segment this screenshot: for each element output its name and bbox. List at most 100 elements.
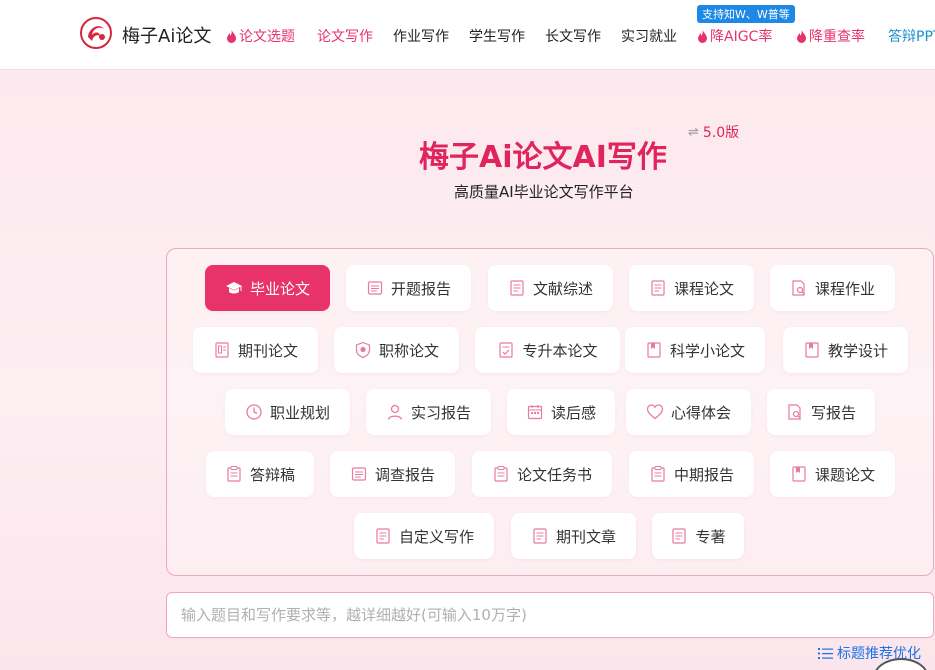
category-label: 专升本论文 [522, 341, 598, 360]
category-upgrade-thesis[interactable]: 专升本论文 [475, 327, 620, 373]
nav-label: 降AIGC率 [710, 29, 773, 45]
category-literature-review[interactable]: 文献综述 [488, 265, 613, 311]
category-title-paper[interactable]: 职称论文 [334, 327, 459, 373]
top-header: 梅子Ai论文 论文选题 论文写作 作业写作 学生写作 长文写作 实习就业 降AI… [0, 0, 935, 70]
category-label: 实习报告 [410, 403, 471, 422]
category-thesis-assignment[interactable]: 论文任务书 [472, 451, 612, 497]
category-label: 写报告 [810, 403, 856, 422]
category-course-homework[interactable]: 课程作业 [770, 265, 895, 311]
category-label: 答辩稿 [249, 465, 295, 484]
category-label: 心得体会 [670, 403, 731, 422]
clipboard-icon [494, 466, 508, 482]
category-journal-article[interactable]: 期刊文章 [511, 513, 636, 559]
clipboard-icon [227, 466, 241, 482]
category-internship-report[interactable]: 实习报告 [366, 389, 491, 435]
graduation-cap-icon [225, 282, 242, 294]
category-journal-paper[interactable]: 期刊论文 [193, 327, 318, 373]
hero-subtitle: 高质量AI毕业论文写作平台 [454, 183, 634, 201]
category-label: 调查报告 [374, 465, 435, 484]
nav-item-homework-writing[interactable]: 作业写作 [393, 26, 449, 46]
document-icon [533, 528, 547, 544]
document-check-icon [499, 342, 514, 358]
shield-icon [355, 341, 371, 359]
category-book-review[interactable]: 读后感 [507, 389, 615, 435]
clock-icon [246, 404, 262, 420]
nav-item-reduce-duplicate[interactable]: 降重查率 [796, 26, 865, 46]
document-icon [351, 467, 367, 481]
category-write-report[interactable]: 写报告 [767, 389, 875, 435]
nav-label: 论文选题 [239, 29, 295, 45]
journal-icon [215, 342, 229, 358]
document-icon [376, 528, 390, 544]
category-project-paper[interactable]: 课题论文 [770, 451, 895, 497]
nav-item-internship[interactable]: 实习就业 [621, 26, 677, 46]
category-graduation-thesis[interactable]: 毕业论文 [205, 265, 330, 311]
category-label: 科学小论文 [669, 341, 745, 360]
category-custom-writing[interactable]: 自定义写作 [354, 513, 494, 559]
calendar-icon [527, 405, 543, 420]
category-label: 课题论文 [814, 465, 875, 484]
version-switch[interactable]: ⇌ 5.0版 [688, 122, 739, 142]
document-icon [510, 280, 524, 296]
category-label: 职业规划 [269, 403, 330, 422]
document-search-icon [792, 280, 805, 296]
flame-icon [698, 29, 707, 43]
category-label: 期刊文章 [555, 527, 616, 546]
nav-item-reduce-aigc[interactable]: 降AIGC率 [697, 26, 772, 46]
category-monograph[interactable]: 专著 [652, 513, 744, 559]
document-icon [672, 528, 687, 544]
nav-label: 降重查率 [809, 29, 865, 45]
document-icon [367, 281, 383, 295]
flame-icon [797, 29, 806, 43]
category-label: 毕业论文 [249, 279, 310, 298]
nav-label: 作业写作 [393, 29, 449, 45]
category-label: 期刊论文 [237, 341, 298, 360]
nav-item-thesis-writing[interactable]: 论文写作 [317, 26, 373, 46]
category-midterm-report[interactable]: 中期报告 [629, 451, 754, 497]
category-course-paper[interactable]: 课程论文 [629, 265, 754, 311]
category-label: 中期报告 [673, 465, 734, 484]
nav-label: 长文写作 [545, 29, 601, 45]
person-icon [387, 404, 403, 420]
heart-icon [646, 404, 664, 420]
category-label: 文献综述 [532, 279, 593, 298]
nav-item-student-writing[interactable]: 学生写作 [469, 26, 525, 46]
category-reflections[interactable]: 心得体会 [626, 389, 751, 435]
book-icon [792, 466, 806, 482]
category-label: 读后感 [550, 403, 596, 422]
category-label: 职称论文 [378, 341, 439, 360]
category-label: 教学设计 [827, 341, 888, 360]
topic-input[interactable] [166, 592, 934, 638]
category-label: 自定义写作 [398, 527, 474, 546]
nav-item-topic-selection[interactable]: 论文选题 [226, 26, 295, 46]
document-search-icon [788, 404, 801, 420]
brand-logo-icon[interactable] [80, 17, 112, 49]
nav-label: 实习就业 [621, 29, 677, 45]
book-icon [647, 342, 661, 358]
category-career-planning[interactable]: 职业规划 [225, 389, 350, 435]
hero-title: 梅子Ai论文AI写作 [419, 140, 667, 175]
category-proposal-report[interactable]: 开题报告 [346, 265, 471, 311]
category-survey-report[interactable]: 调查报告 [330, 451, 455, 497]
nav-item-long-writing[interactable]: 长文写作 [545, 26, 601, 46]
category-label: 专著 [695, 527, 726, 546]
category-label: 开题报告 [390, 279, 451, 298]
support-badge: 支持知W、W普等 [697, 5, 795, 23]
list-icon [818, 647, 833, 659]
category-science-paper[interactable]: 科学小论文 [625, 327, 765, 373]
category-label: 课程作业 [814, 279, 875, 298]
category-panel: 毕业论文 开题报告 文献综述 课程论文 课程作业 期刊论文 职称论文 专升本论文… [166, 248, 934, 576]
category-label: 论文任务书 [516, 465, 592, 484]
category-teaching-design[interactable]: 教学设计 [783, 327, 908, 373]
category-defense-speech[interactable]: 答辩稿 [206, 451, 314, 497]
nav-label: 论文写作 [317, 29, 373, 45]
flame-icon [227, 29, 236, 43]
book-icon [805, 342, 819, 358]
nav-label: 学生写作 [469, 29, 525, 45]
nav-item-defense-ppt[interactable]: 答辩PPT [888, 26, 935, 46]
brand-name[interactable]: 梅子Ai论文 [122, 22, 211, 48]
document-icon [651, 280, 665, 296]
swap-icon: ⇌ [688, 124, 699, 140]
nav-label: 答辩PPT [888, 29, 935, 45]
clipboard-icon [651, 466, 665, 482]
